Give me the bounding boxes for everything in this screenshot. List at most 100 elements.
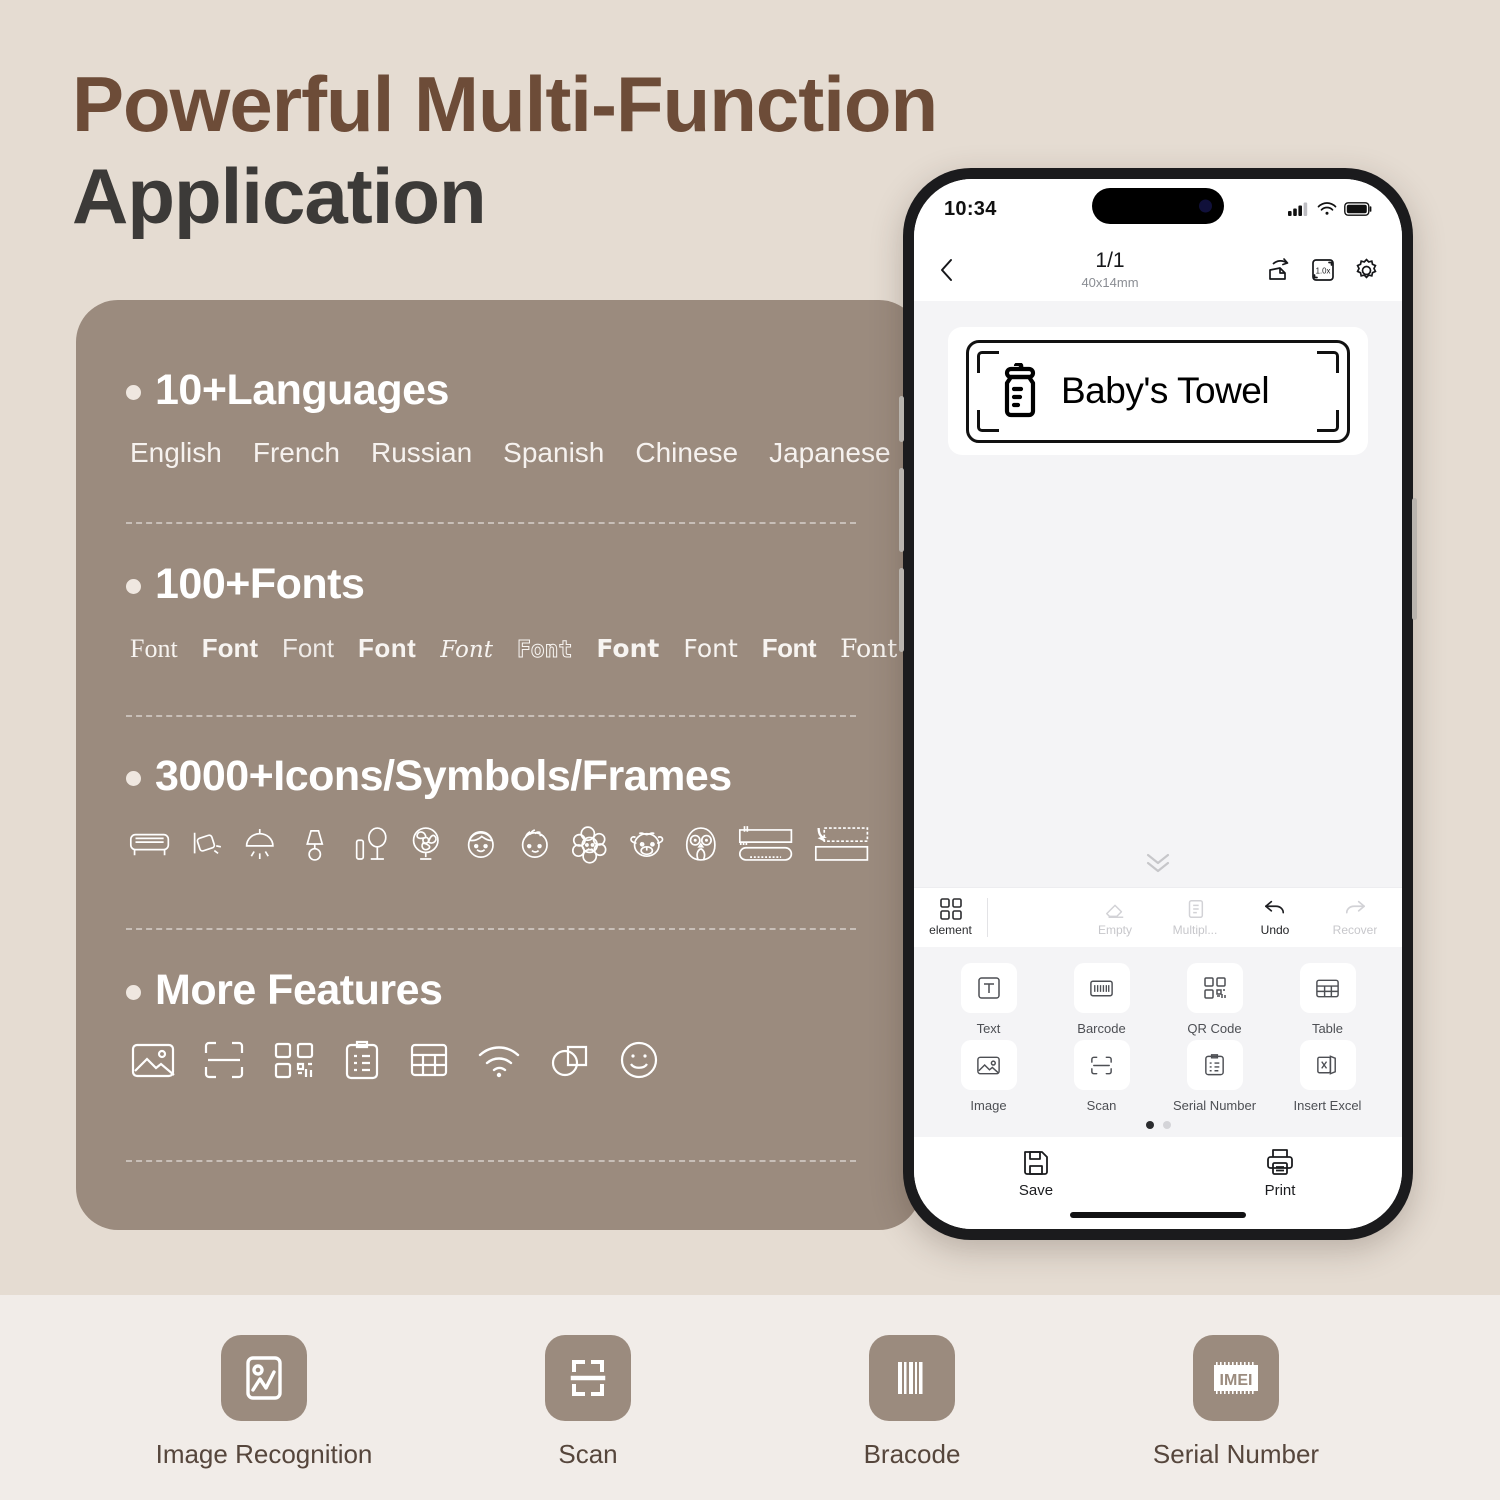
settings-gear-icon[interactable] [1353, 257, 1380, 284]
rotate-page-icon[interactable] [1267, 257, 1293, 283]
scale-1.0x-icon[interactable]: 1.0x [1310, 257, 1336, 283]
grid-icon [939, 898, 962, 920]
strip-icon-box: IMEI [1193, 1335, 1279, 1421]
label-preview-card[interactable]: Baby's Towel [948, 327, 1368, 455]
bullet-dot-icon [126, 385, 141, 400]
languages-heading-row: 10+Languages [126, 366, 871, 415]
status-icons [1288, 202, 1372, 216]
label-canvas[interactable]: Baby's Towel [914, 301, 1402, 887]
languages-list: English French Russian Spanish Chinese J… [130, 437, 891, 469]
element-scan[interactable]: Scan [1045, 1040, 1158, 1113]
element-label: Text [976, 1021, 1001, 1036]
phone-mockup: 10:34 1/1 40x14mm 1.0x Baby's Towel elem… [899, 168, 1417, 1240]
sofa-icon [129, 833, 170, 856]
wifi-icon [478, 1046, 520, 1078]
fonts-heading-row: 100+Fonts [126, 560, 871, 609]
element-barcode[interactable]: Barcode [1045, 963, 1158, 1036]
font-sample: Font [358, 633, 417, 663]
print-icon [1267, 1149, 1293, 1175]
image-icon [131, 1043, 175, 1078]
page-indicator: 1/1 [1095, 249, 1125, 273]
strip-label: Bracode [863, 1439, 961, 1469]
strip-item-scan[interactable]: Scan [483, 1335, 693, 1470]
print-button[interactable]: Print [1210, 1147, 1350, 1199]
element-label: Scan [1086, 1098, 1117, 1113]
banner-frame-icon [738, 826, 793, 861]
table-icon [410, 1043, 448, 1077]
corner-bracket-icon [1317, 409, 1339, 432]
recover-button[interactable]: Recover [1326, 898, 1384, 937]
language-item: Chinese [635, 437, 739, 468]
scale-label: 1.0x [1316, 266, 1331, 275]
font-sample: Font [440, 637, 493, 663]
recover-label: Recover [1332, 923, 1378, 937]
back-chevron-icon[interactable] [940, 258, 953, 282]
element-icon-box [1299, 963, 1356, 1013]
page-dot-active[interactable] [1145, 1121, 1154, 1129]
print-label: Print [1264, 1182, 1296, 1199]
element-icon-box [1186, 963, 1243, 1013]
page-dot[interactable] [1162, 1121, 1171, 1129]
strip-item-serial-number[interactable]: IMEI Serial Number [1131, 1335, 1341, 1470]
strip-item-barcode[interactable]: Bracode [807, 1335, 1017, 1470]
divider [126, 1160, 856, 1162]
element-label: Insert Excel [1293, 1098, 1362, 1113]
more-heading: More Features [155, 966, 443, 1014]
element-qr-code[interactable]: QR Code [1158, 963, 1271, 1036]
feature-languages: 10+Languages English French Russian Span… [126, 366, 891, 469]
wifi-icon [1317, 202, 1337, 215]
home-indicator [1070, 1212, 1246, 1218]
label-frame[interactable]: Baby's Towel [966, 339, 1350, 443]
editor-toolbar: element Empty Multipl... Undo Recover [914, 887, 1402, 947]
empty-label: Empty [1097, 923, 1132, 937]
image-recognition-icon [246, 1356, 282, 1400]
imei-text: IMEI [1220, 1372, 1253, 1389]
page-dots [932, 1121, 1384, 1131]
divider [126, 522, 856, 524]
element-icon-box [1186, 1040, 1243, 1090]
dynamic-island [1092, 188, 1224, 224]
empty-button[interactable]: Empty [1086, 898, 1144, 937]
strip-icon-box [869, 1335, 955, 1421]
fan-icon [413, 827, 440, 860]
undo-button[interactable]: Undo [1246, 898, 1304, 937]
element-image[interactable]: Image [932, 1040, 1045, 1113]
element-text[interactable]: Text [932, 963, 1045, 1036]
ceiling-light-icon [245, 828, 274, 860]
collapse-chevron-icon[interactable] [1141, 849, 1175, 875]
icon-samples [128, 823, 871, 865]
scan-icon [204, 1041, 244, 1079]
tab-element[interactable]: element [926, 898, 988, 937]
save-button[interactable]: Save [966, 1147, 1106, 1199]
front-camera-icon [1199, 199, 1212, 213]
element-icon-box [960, 1040, 1017, 1090]
undo-icon [1265, 900, 1285, 914]
nav-title-group: 1/1 40x14mm [953, 249, 1267, 289]
undo-label: Undo [1260, 923, 1290, 937]
qr-code-icon [274, 1042, 314, 1079]
font-sample: Font [683, 634, 738, 663]
owl-icon [686, 827, 716, 861]
element-icon-box [1073, 1040, 1130, 1090]
status-time: 10:34 [944, 197, 997, 220]
barcode-icon [1090, 980, 1113, 997]
multiply-button[interactable]: Multipl... [1166, 898, 1224, 937]
element-icon-box [1073, 963, 1130, 1013]
corner-bracket-icon [977, 409, 999, 432]
table-lamp-icon [306, 830, 324, 861]
language-item: Russian [371, 437, 473, 468]
cow-icon [629, 832, 663, 858]
font-sample: Font [282, 633, 335, 663]
element-serial-number[interactable]: Serial Number [1158, 1040, 1271, 1113]
bullet-dot-icon [126, 985, 141, 1000]
excel-icon [1317, 1055, 1336, 1075]
element-table[interactable]: Table [1271, 963, 1384, 1036]
element-insert-excel[interactable]: Insert Excel [1271, 1040, 1384, 1113]
scan-icon [570, 1360, 606, 1396]
strip-label: Image Recognition [155, 1439, 373, 1469]
strip-label: Serial Number [1152, 1439, 1320, 1469]
feature-icons: 3000+Icons/Symbols/Frames [126, 752, 871, 865]
redo-icon [1345, 900, 1365, 914]
text-icon [977, 977, 1000, 999]
strip-item-image-recognition[interactable]: Image Recognition [156, 1335, 372, 1470]
